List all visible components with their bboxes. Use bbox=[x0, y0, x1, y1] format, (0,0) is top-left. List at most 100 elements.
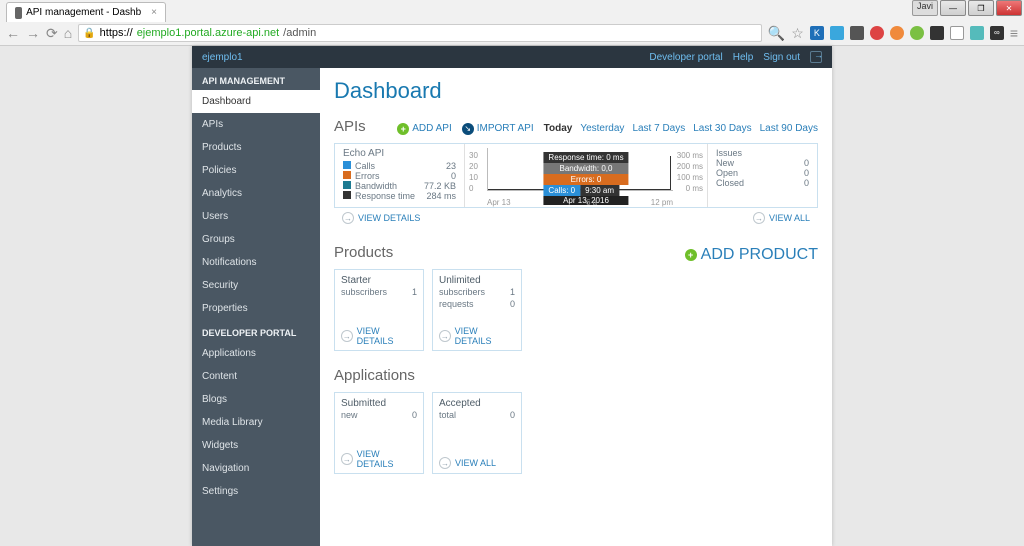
sidebar-item-settings[interactable]: Settings bbox=[192, 480, 320, 503]
sidebar-item-blogs[interactable]: Blogs bbox=[192, 388, 320, 411]
sidebar-item-security[interactable]: Security bbox=[192, 274, 320, 297]
sidebar-item-users[interactable]: Users bbox=[192, 205, 320, 228]
card-title: Submitted bbox=[341, 398, 417, 409]
sidebar-item-media-library[interactable]: Media Library bbox=[192, 411, 320, 434]
add-api-button[interactable]: +ADD API bbox=[397, 123, 451, 135]
sidebar-item-groups[interactable]: Groups bbox=[192, 228, 320, 251]
ext-icon-8[interactable] bbox=[950, 26, 964, 40]
card-footer-link[interactable]: → VIEW DETAILS bbox=[341, 326, 417, 346]
ext-icon-4[interactable] bbox=[870, 26, 884, 40]
menu-icon[interactable]: ≡ bbox=[1010, 25, 1018, 41]
plus-icon: + bbox=[685, 249, 697, 261]
lock-icon: 🔒 bbox=[83, 28, 95, 39]
import-api-button[interactable]: ↘IMPORT API bbox=[462, 123, 534, 135]
window-maximize-button[interactable]: ❐ bbox=[968, 0, 994, 16]
product-card-starter: Startersubscribers1→ VIEW DETAILS bbox=[334, 269, 424, 351]
sidebar-item-policies[interactable]: Policies bbox=[192, 159, 320, 182]
sidebar: ejemplo1 API MANAGEMENT DashboardAPIsPro… bbox=[192, 46, 320, 546]
page-title: Dashboard bbox=[334, 78, 818, 104]
ext-icon-3[interactable] bbox=[850, 26, 864, 40]
browser-toolbar: ← → ⟳ ⌂ 🔒 https://ejemplo1.portal.azure-… bbox=[0, 22, 1024, 44]
sidebar-item-apis[interactable]: APIs bbox=[192, 113, 320, 136]
application-cards: Submittednew0→ VIEW DETAILSAcceptedtotal… bbox=[334, 392, 818, 474]
issue-open: Open0 bbox=[716, 168, 809, 178]
url-prefix: https:// bbox=[100, 27, 133, 39]
range-last-7-days[interactable]: Last 7 Days bbox=[632, 123, 685, 134]
brand-name: ejemplo1 bbox=[202, 52, 243, 63]
zoom-icon[interactable]: 🔍 bbox=[768, 25, 785, 42]
help-link[interactable]: Help bbox=[733, 52, 754, 63]
arrow-icon: → bbox=[342, 212, 354, 224]
plus-icon: + bbox=[397, 123, 409, 135]
forward-button[interactable]: → bbox=[26, 25, 40, 41]
metric-bandwidth: Bandwidth77.2 KB bbox=[343, 181, 456, 191]
chart-series-spike bbox=[670, 156, 671, 190]
card-footer-link[interactable]: → VIEW DETAILS bbox=[341, 449, 417, 469]
star-icon[interactable]: ☆ bbox=[791, 25, 804, 42]
ext-icon-mask[interactable]: ∞ bbox=[990, 26, 1004, 40]
chart-x-end: 12 pm bbox=[651, 198, 673, 207]
range-today[interactable]: Today bbox=[544, 123, 573, 134]
issues-title: Issues bbox=[716, 148, 809, 158]
address-bar[interactable]: 🔒 https://ejemplo1.portal.azure-api.net/… bbox=[78, 24, 762, 42]
time-range-tabs: Today Yesterday Last 7 Days Last 30 Days Las… bbox=[544, 123, 818, 134]
sidebar-item-content[interactable]: Content bbox=[192, 365, 320, 388]
window-minimize-button[interactable]: — bbox=[940, 0, 966, 16]
api-metrics: Echo API Calls23Errors0Bandwidth77.2 KBR… bbox=[335, 144, 465, 207]
sidebar-item-applications[interactable]: Applications bbox=[192, 342, 320, 365]
tab-strip: API management - Dashb × bbox=[0, 0, 1024, 22]
browser-tab-active[interactable]: API management - Dashb × bbox=[6, 2, 166, 22]
card-footer-link[interactable]: → VIEW ALL bbox=[439, 457, 515, 469]
sidebar-item-dashboard[interactable]: Dashboard bbox=[192, 90, 320, 113]
sidebar-item-navigation[interactable]: Navigation bbox=[192, 457, 320, 480]
card-footer-link[interactable]: → VIEW DETAILS bbox=[439, 326, 515, 346]
application-card-accepted: Acceptedtotal0→ VIEW ALL bbox=[432, 392, 522, 474]
arrow-icon: → bbox=[341, 330, 353, 342]
arrow-icon: → bbox=[341, 453, 353, 465]
sidebar-item-products[interactable]: Products bbox=[192, 136, 320, 159]
api-panel-footer: → VIEW DETAILS →VIEW ALL bbox=[334, 208, 818, 228]
ext-icon-k[interactable]: K bbox=[810, 26, 824, 40]
ext-icon-6[interactable] bbox=[910, 26, 924, 40]
ext-icon-9[interactable] bbox=[970, 26, 984, 40]
signout-icon[interactable] bbox=[810, 51, 822, 63]
sidebar-item-widgets[interactable]: Widgets bbox=[192, 434, 320, 457]
sidebar-item-analytics[interactable]: Analytics bbox=[192, 182, 320, 205]
add-product-label: ADD PRODUCT bbox=[701, 246, 818, 264]
user-label: Javi bbox=[912, 0, 938, 16]
browser-chrome: API management - Dashb × Javi — ❐ ✕ ← → … bbox=[0, 0, 1024, 46]
import-api-label: IMPORT API bbox=[477, 123, 534, 134]
reload-button[interactable]: ⟳ bbox=[46, 25, 58, 42]
view-details-label: VIEW DETAILS bbox=[358, 213, 420, 223]
api-view-all-link[interactable]: →VIEW ALL bbox=[753, 212, 810, 224]
tooltip-rt: Response time: 0 ms bbox=[543, 152, 628, 163]
window-close-button[interactable]: ✕ bbox=[996, 0, 1022, 16]
back-button[interactable]: ← bbox=[6, 25, 20, 41]
sidebar-dev-items: ApplicationsContentBlogsMedia LibraryWid… bbox=[192, 342, 320, 503]
close-tab-icon[interactable]: × bbox=[151, 7, 157, 18]
sidebar-section-dev: DEVELOPER PORTAL bbox=[192, 320, 320, 342]
tooltip-time: 9:30 am bbox=[580, 185, 619, 196]
app-topbar: Developer portal Help Sign out bbox=[320, 46, 832, 68]
window-controls: Javi — ❐ ✕ bbox=[912, 0, 1022, 16]
api-chart: 3020100 300 ms200 ms100 ms0 ms Response … bbox=[465, 144, 707, 207]
brand-bar: ejemplo1 bbox=[192, 46, 320, 68]
url-path: /admin bbox=[283, 27, 316, 39]
ext-icon-5[interactable] bbox=[890, 26, 904, 40]
range-last-30-days[interactable]: Last 30 Days bbox=[693, 123, 751, 134]
sidebar-item-properties[interactable]: Properties bbox=[192, 297, 320, 320]
developer-portal-link[interactable]: Developer portal bbox=[649, 52, 722, 63]
metric-response-time: Response time284 ms bbox=[343, 191, 456, 201]
ext-icon-2[interactable] bbox=[830, 26, 844, 40]
apis-heading: APIs bbox=[334, 118, 366, 135]
add-product-button[interactable]: + ADD PRODUCT bbox=[685, 246, 818, 264]
chart-x-mid: 6 a bbox=[586, 198, 597, 207]
signout-link[interactable]: Sign out bbox=[763, 52, 800, 63]
home-button[interactable]: ⌂ bbox=[64, 25, 72, 41]
chart-y-right: 300 ms200 ms100 ms0 ms bbox=[677, 150, 703, 194]
api-view-details-link[interactable]: → VIEW DETAILS bbox=[342, 212, 420, 224]
range-last-90-days[interactable]: Last 90 Days bbox=[760, 123, 818, 134]
sidebar-item-notifications[interactable]: Notifications bbox=[192, 251, 320, 274]
range-yesterday[interactable]: Yesterday bbox=[580, 123, 624, 134]
ext-icon-7[interactable] bbox=[930, 26, 944, 40]
